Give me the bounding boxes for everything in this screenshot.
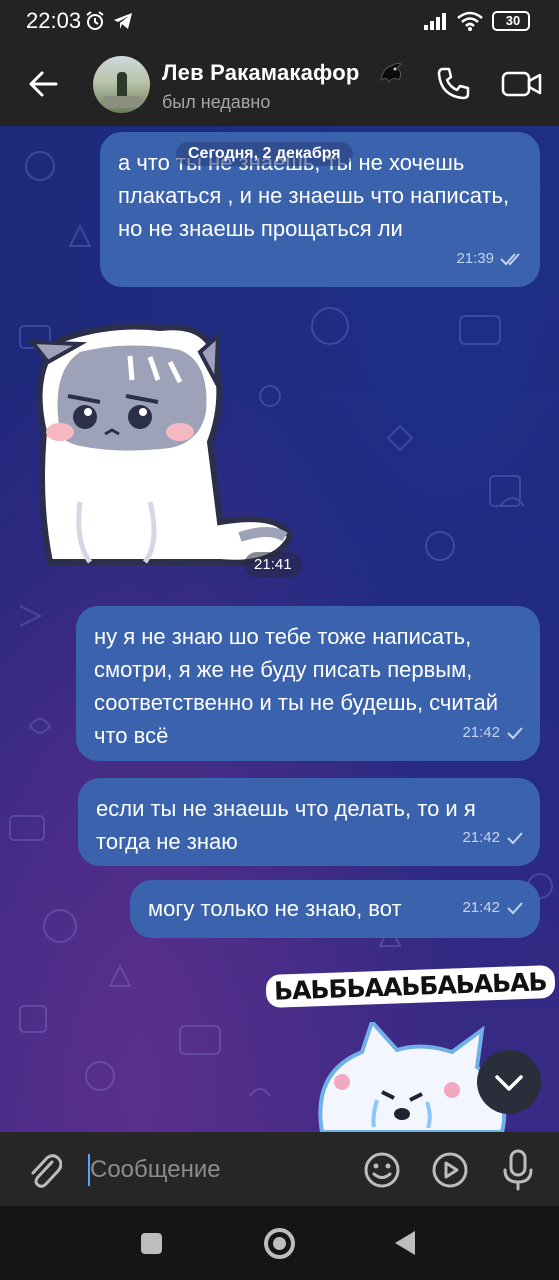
sad-cat-sticker[interactable] bbox=[20, 322, 305, 572]
contact-last-seen: был недавно bbox=[162, 92, 271, 112]
emoji-icon[interactable] bbox=[362, 1150, 402, 1190]
message-meta: 21:42 bbox=[462, 891, 524, 924]
back-arrow-icon[interactable] bbox=[24, 64, 64, 104]
chat-header: Лев Ракамакафор был недавно bbox=[0, 42, 559, 126]
sticker-caption: ЬАЬБЬААЬБАЬАЬАЬ bbox=[273, 967, 548, 1006]
check-icon bbox=[507, 901, 523, 914]
outgoing-message[interactable]: ну я не знаю шо тебе тоже написать, смот… bbox=[76, 606, 540, 761]
paperclip-icon[interactable] bbox=[26, 1150, 62, 1190]
wifi-icon bbox=[457, 11, 483, 31]
status-time: 22:03 bbox=[26, 8, 82, 33]
signal-icon bbox=[424, 13, 446, 30]
battery-icon: 30 bbox=[492, 11, 530, 31]
home-button[interactable] bbox=[264, 1228, 295, 1259]
chevron-down-icon bbox=[495, 1075, 523, 1091]
check-icon bbox=[507, 726, 523, 739]
double-check-icon bbox=[500, 252, 520, 265]
message-time: 21:42 bbox=[462, 899, 500, 916]
recent-apps-button[interactable] bbox=[141, 1233, 162, 1254]
dragon-emoji-icon bbox=[380, 62, 402, 84]
outgoing-message[interactable]: могу только не знаю, вот 21:42 bbox=[130, 880, 540, 938]
status-bar: 22:03 30 bbox=[0, 0, 559, 42]
telegram-chat-screen: 22:03 30 Лев Ракамакафор был недавно а ч… bbox=[0, 0, 559, 1280]
message-time: 21:39 bbox=[456, 250, 494, 267]
battery-level: 30 bbox=[505, 13, 521, 28]
message-time: 21:42 bbox=[462, 829, 500, 846]
message-composer bbox=[0, 1132, 559, 1206]
system-back-button[interactable] bbox=[395, 1231, 415, 1255]
outgoing-message[interactable]: если ты не знаешь что делать, то и я тог… bbox=[78, 778, 540, 866]
date-separator: Сегодня, 2 декабря bbox=[176, 142, 353, 166]
chat-area[interactable]: а что ты не знаешь, ты не хочешь плакать… bbox=[0, 126, 559, 1132]
phone-icon[interactable] bbox=[433, 64, 473, 104]
scroll-down-button[interactable] bbox=[477, 1050, 541, 1114]
message-text: ну я не знаю шо тебе тоже написать, смот… bbox=[94, 624, 499, 748]
contact-name[interactable]: Лев Ракамакафор bbox=[162, 60, 359, 86]
system-nav-bar bbox=[0, 1206, 559, 1280]
microphone-icon[interactable] bbox=[500, 1148, 536, 1192]
sticker-caption-box: ЬАЬБЬААЬБАЬАЬАЬ bbox=[265, 964, 556, 1009]
message-input[interactable] bbox=[90, 1152, 350, 1188]
video-message-icon[interactable] bbox=[430, 1150, 470, 1190]
message-meta: 21:42 bbox=[462, 821, 524, 854]
message-meta: 21:39 bbox=[456, 242, 524, 275]
avatar[interactable] bbox=[93, 56, 150, 113]
sticker-time: 21:41 bbox=[244, 552, 302, 578]
telegram-notification-icon bbox=[114, 13, 132, 29]
video-call-icon[interactable] bbox=[500, 64, 544, 104]
check-icon bbox=[507, 831, 523, 844]
alarm-icon bbox=[86, 11, 104, 30]
message-time: 21:42 bbox=[462, 724, 500, 741]
message-meta: 21:42 bbox=[462, 716, 524, 749]
